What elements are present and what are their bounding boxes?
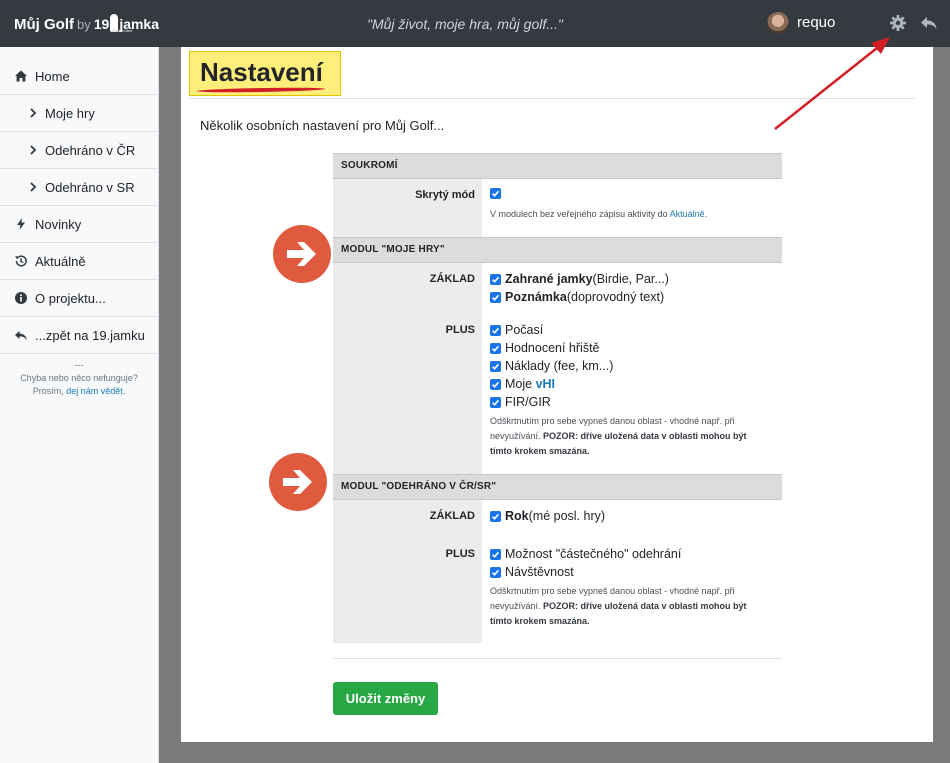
chevron-right-icon <box>29 143 37 157</box>
sidebar-item-label: Moje hry <box>45 105 95 121</box>
label-skryty-mod: Skrytý mód <box>415 189 475 201</box>
checkbox-navstevnost[interactable]: Návštěvnost <box>490 565 574 579</box>
checkbox-skryty-mod[interactable] <box>490 188 505 199</box>
checkbox-checked-icon[interactable] <box>490 273 501 285</box>
checkbox-checked-icon[interactable] <box>490 342 501 354</box>
bolt-icon <box>14 217 28 231</box>
username[interactable]: requo <box>797 14 835 31</box>
checkbox-checked-icon[interactable] <box>490 291 501 303</box>
checkbox-poznamka[interactable]: Poznámka (doprovodný text) <box>490 290 664 304</box>
label-column <box>333 179 482 237</box>
sidebar-item-novinky[interactable]: Novinky <box>0 206 158 243</box>
annotation-arrow-icon <box>273 225 331 283</box>
privacy-note: V modulech bez veřejného zápisu aktivity… <box>490 209 708 219</box>
checkbox-checked-icon[interactable] <box>490 378 501 390</box>
intro-text: Několik osobních nastavení pro Můj Golf.… <box>200 118 445 133</box>
label-zaklad: ZÁKLAD <box>429 273 475 285</box>
sidebar-item-label: Novinky <box>35 216 82 232</box>
page-title: Nastavení <box>200 57 323 87</box>
brand-name: Můj Golf <box>14 16 74 33</box>
label-column <box>333 263 482 474</box>
chevron-right-icon <box>29 106 37 120</box>
brand[interactable]: Můj Golf by 19 jamka Golf online <box>14 14 159 33</box>
sidebar-item-zpet[interactable]: ...zpět na 19.jamku <box>0 317 158 354</box>
annotation-pointer-icon <box>774 37 890 130</box>
moje-hry-note: Odškrtnutím pro sebe vypneš danou oblast… <box>490 416 747 456</box>
checkbox-checked-icon[interactable] <box>490 188 501 199</box>
checkbox-checked-icon[interactable] <box>490 510 501 522</box>
section-header-privacy: SOUKROMÍ <box>333 153 782 179</box>
divider <box>333 658 782 659</box>
sidebar-item-label: Home <box>35 68 70 84</box>
sidebar-item-odehrano-sr[interactable]: Odehráno v SR <box>0 169 158 206</box>
checkbox-checked-icon[interactable] <box>490 548 501 560</box>
sidebar-item-label: Aktuálně <box>35 253 86 269</box>
sidebar-item-moje-hry[interactable]: Moje hry <box>0 95 158 132</box>
checkbox-checked-icon[interactable] <box>490 360 501 372</box>
checkbox-zahrane-jamky[interactable]: Zahrané jamky (Birdie, Par...) <box>490 272 669 286</box>
report-link[interactable]: dej nám vědět <box>66 386 123 396</box>
checkbox-moje-vhi[interactable]: Moje vHI <box>490 377 555 391</box>
checkbox-checked-icon[interactable] <box>490 324 501 336</box>
label-plus: PLUS <box>445 324 475 336</box>
section-header-moje-hry: MODUL "MOJE HRY" <box>333 237 782 263</box>
page-title-highlight: Nastavení <box>189 51 341 96</box>
separator: --- <box>74 360 84 370</box>
odehrano-note: Odškrtnutím pro sebe vypneš danou oblast… <box>490 586 747 626</box>
sidebar-item-label: Odehráno v ČR <box>45 142 136 158</box>
label-plus: PLUS <box>445 548 475 560</box>
chevron-right-icon <box>29 180 37 194</box>
home-icon <box>14 69 28 83</box>
checkbox-castecne-odehrani[interactable]: Možnost "částečného" odehrání <box>490 547 681 561</box>
sidebar-item-label: ...zpět na 19.jamku <box>35 327 145 343</box>
checkbox-hodnoceni-hriste[interactable]: Hodnocení hřiště <box>490 341 600 355</box>
sidebar: Home Moje hry Odehráno v ČR Odehráno v S… <box>0 47 159 763</box>
brand-by: by <box>77 17 91 32</box>
annotation-arrow-icon <box>269 453 327 511</box>
info-icon <box>14 291 28 305</box>
checkbox-pocasi[interactable]: Počasí <box>490 323 543 337</box>
checkbox-checked-icon[interactable] <box>490 566 501 578</box>
save-button[interactable]: Uložit změny <box>333 682 438 715</box>
19jamka-logo: 19 jamka Golf online <box>93 14 160 33</box>
sidebar-item-odehrano-cr[interactable]: Odehráno v ČR <box>0 132 158 169</box>
checkbox-rok[interactable]: Rok (mé posl. hry) <box>490 509 605 523</box>
history-icon <box>14 254 28 268</box>
content-panel <box>181 47 933 742</box>
help-line: Chyba nebo něco nefunguje? <box>20 373 138 383</box>
checkbox-checked-icon[interactable] <box>490 396 501 408</box>
sidebar-help: --- Chyba nebo něco nefunguje? Prosím, d… <box>0 359 158 398</box>
sidebar-item-aktualne[interactable]: Aktuálně <box>0 243 158 280</box>
aktualne-link[interactable]: Aktuálně <box>670 209 705 219</box>
motto: "Můj život, moje hra, můj golf..." <box>367 16 563 32</box>
sidebar-item-label: O projektu... <box>35 290 106 306</box>
label-zaklad: ZÁKLAD <box>429 510 475 522</box>
reply-icon <box>14 328 28 342</box>
checkbox-naklady[interactable]: Náklady (fee, km...) <box>490 359 613 373</box>
section-header-odehrano: MODUL "ODEHRÁNO V ČR/SR" <box>333 474 782 500</box>
sidebar-item-label: Odehráno v SR <box>45 179 135 195</box>
sidebar-item-o-projektu[interactable]: O projektu... <box>0 280 158 317</box>
help-line-2: Prosím, dej nám vědět. <box>32 386 126 396</box>
back-arrow-icon[interactable] <box>919 13 939 33</box>
checkbox-fir-gir[interactable]: FIR/GIR <box>490 395 551 409</box>
sidebar-item-home[interactable]: Home <box>0 58 158 95</box>
